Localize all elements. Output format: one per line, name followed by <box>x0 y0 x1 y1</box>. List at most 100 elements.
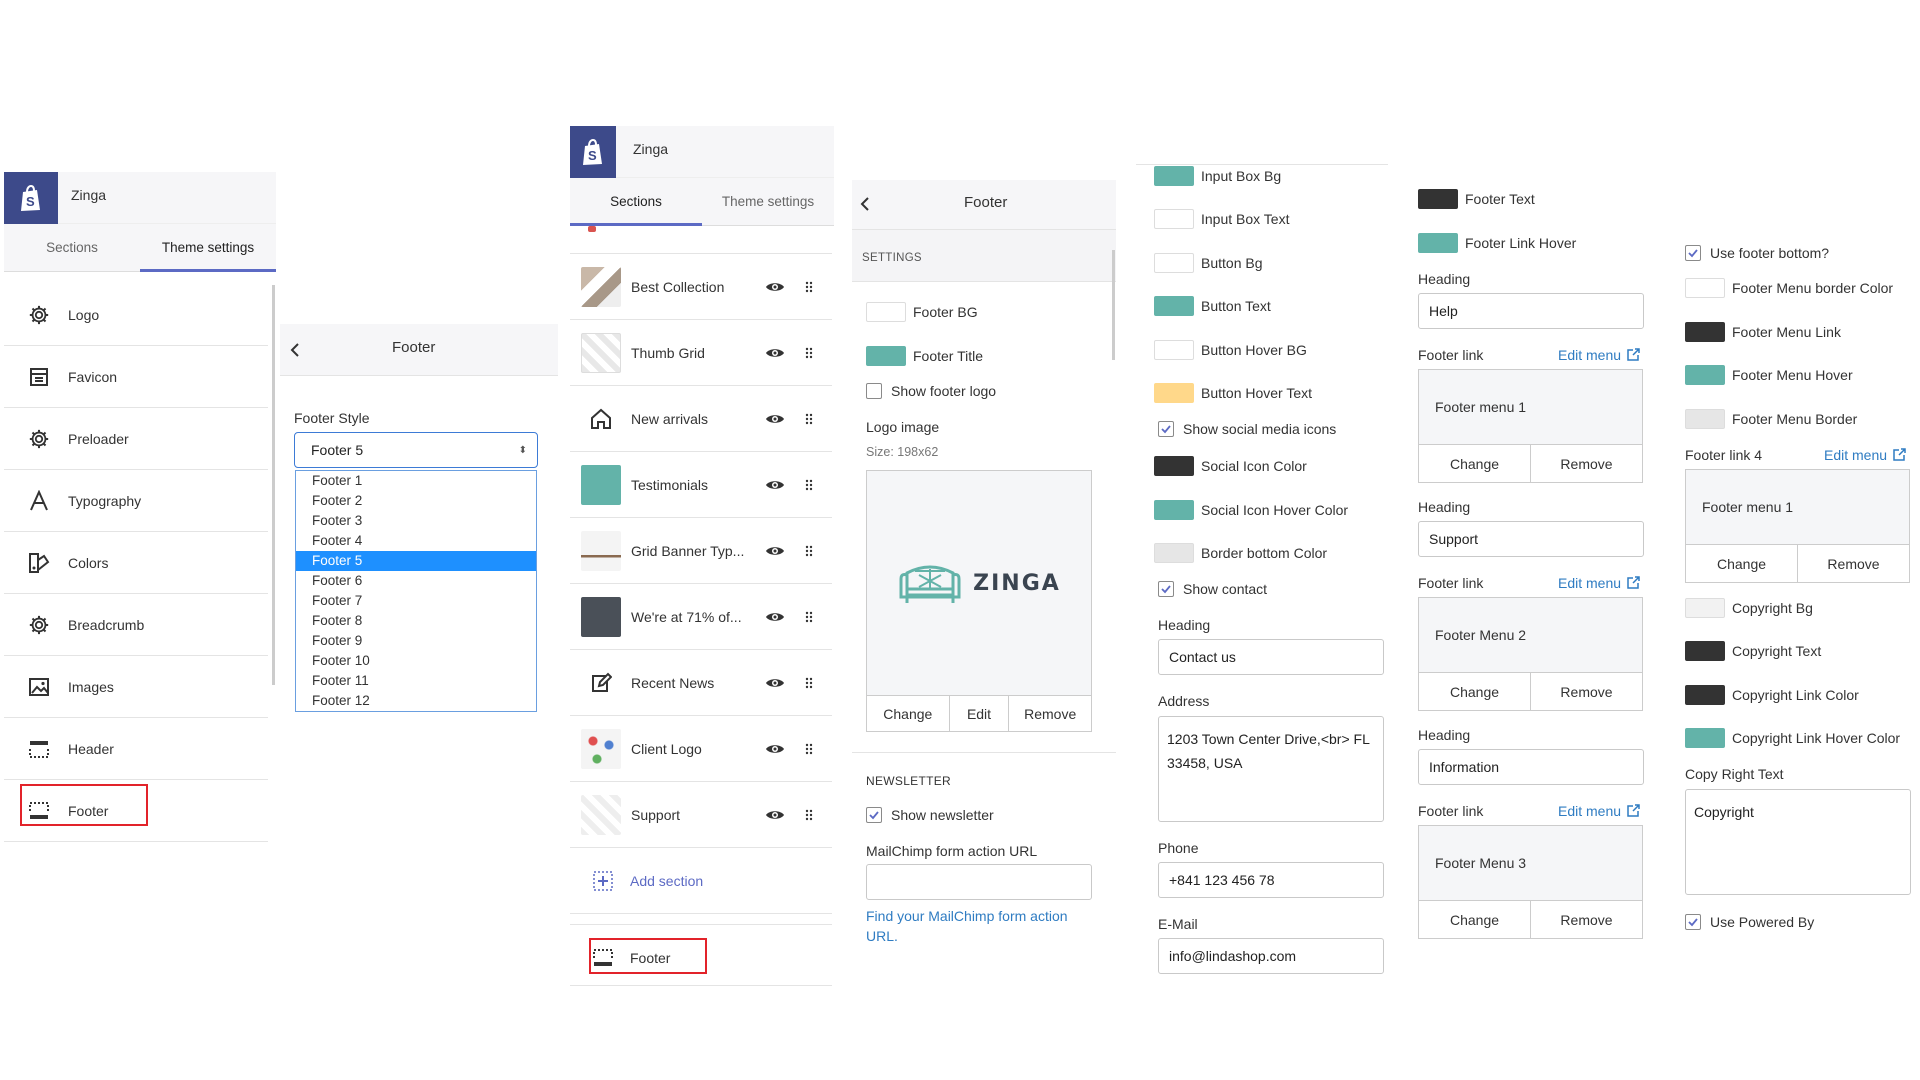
mailchimp-url-input[interactable] <box>866 864 1092 900</box>
footer-style-option[interactable]: Footer 12 <box>296 691 536 711</box>
color-swatch[interactable] <box>1685 365 1725 385</box>
edit-menu-link[interactable]: Edit menu <box>1558 575 1640 591</box>
footer-style-option[interactable]: Footer 11 <box>296 671 536 691</box>
show-newsletter-checkbox[interactable] <box>866 807 882 823</box>
address-textarea[interactable]: 1203 Town Center Drive,<br> FL 33458, US… <box>1158 716 1384 822</box>
eye-icon[interactable] <box>765 742 785 756</box>
add-section-button[interactable]: Add section <box>570 848 832 914</box>
footer-style-select[interactable]: Footer 5 ⬍ <box>294 432 538 468</box>
color-swatch[interactable] <box>1154 166 1194 186</box>
heading-input[interactable]: Help <box>1418 293 1644 329</box>
section-item[interactable]: Best Collection <box>570 254 832 320</box>
color-swatch[interactable] <box>866 346 906 366</box>
color-swatch[interactable] <box>1418 233 1458 253</box>
eye-icon[interactable] <box>765 346 785 360</box>
heading-input[interactable]: Support <box>1418 521 1644 557</box>
edit-button[interactable]: Edit <box>950 696 1010 731</box>
drag-handle-icon[interactable] <box>805 545 813 557</box>
copy-right-textarea[interactable]: Copyright <box>1685 789 1911 895</box>
section-item[interactable]: Client Logo <box>570 716 832 782</box>
theme-setting-header[interactable]: Header <box>4 718 268 780</box>
color-swatch[interactable] <box>866 302 906 322</box>
drag-handle-icon[interactable] <box>805 479 813 491</box>
change-button[interactable]: Change <box>1686 545 1798 582</box>
remove-button[interactable]: Remove <box>1798 545 1909 582</box>
section-item[interactable]: We're at 71% of... <box>570 584 832 650</box>
footer-style-option[interactable]: Footer 7 <box>296 591 536 611</box>
theme-setting-typography[interactable]: Typography <box>4 470 268 532</box>
eye-icon[interactable] <box>765 412 785 426</box>
tab-sections[interactable]: Sections <box>4 224 140 271</box>
color-swatch[interactable] <box>1685 598 1725 618</box>
section-item[interactable]: Recent News <box>570 650 832 716</box>
show-footer-logo-checkbox[interactable] <box>866 383 882 399</box>
footer-style-option[interactable]: Footer 10 <box>296 651 536 671</box>
drag-handle-icon[interactable] <box>805 281 813 293</box>
section-item[interactable]: Testimonials <box>570 452 832 518</box>
color-swatch[interactable] <box>1418 189 1458 209</box>
eye-icon[interactable] <box>765 676 785 690</box>
show-social-checkbox[interactable] <box>1158 421 1174 437</box>
mailchimp-help-link[interactable]: Find your MailChimp form action URL. <box>866 906 1092 946</box>
section-item[interactable]: Thumb Grid <box>570 320 832 386</box>
color-swatch[interactable] <box>1154 253 1194 273</box>
eye-icon[interactable] <box>765 478 785 492</box>
use-powered-by-checkbox[interactable] <box>1685 914 1701 930</box>
email-input[interactable]: info@lindashop.com <box>1158 938 1384 974</box>
footer-style-option[interactable]: Footer 4 <box>296 531 536 551</box>
section-item[interactable]: Support <box>570 782 832 848</box>
footer-style-option[interactable]: Footer 5 <box>296 551 536 571</box>
theme-setting-images[interactable]: Images <box>4 656 268 718</box>
color-swatch[interactable] <box>1154 456 1194 476</box>
remove-button[interactable]: Remove <box>1531 445 1642 482</box>
color-swatch[interactable] <box>1154 543 1194 563</box>
change-button[interactable]: Change <box>1419 901 1531 938</box>
footer-style-option[interactable]: Footer 3 <box>296 511 536 531</box>
color-swatch[interactable] <box>1685 409 1725 429</box>
tab-sections[interactable]: Sections <box>570 178 702 226</box>
change-button[interactable]: Change <box>1419 445 1531 482</box>
color-swatch[interactable] <box>1154 296 1194 316</box>
footer-style-option[interactable]: Footer 2 <box>296 491 536 511</box>
drag-handle-icon[interactable] <box>805 677 813 689</box>
eye-icon[interactable] <box>765 280 785 294</box>
drag-handle-icon[interactable] <box>805 809 813 821</box>
theme-setting-favicon[interactable]: Favicon <box>4 346 268 408</box>
show-contact-checkbox[interactable] <box>1158 581 1174 597</box>
heading-input[interactable]: Contact us <box>1158 639 1384 675</box>
color-swatch[interactable] <box>1154 209 1194 229</box>
color-swatch[interactable] <box>1685 728 1725 748</box>
color-swatch[interactable] <box>1685 641 1725 661</box>
section-item[interactable]: Grid Banner Typ... <box>570 518 832 584</box>
remove-button[interactable]: Remove <box>1531 673 1642 710</box>
color-swatch[interactable] <box>1685 685 1725 705</box>
remove-button[interactable]: Remove <box>1531 901 1642 938</box>
edit-menu-link[interactable]: Edit menu <box>1558 347 1640 363</box>
heading-input[interactable]: Information <box>1418 749 1644 785</box>
phone-input[interactable]: +841 123 456 78 <box>1158 862 1384 898</box>
back-chevron-icon[interactable] <box>859 194 871 214</box>
edit-menu-link[interactable]: Edit menu <box>1824 447 1906 463</box>
edit-menu-link[interactable]: Edit menu <box>1558 803 1640 819</box>
panel4-scrollbar[interactable] <box>1112 250 1115 360</box>
tab-theme-settings[interactable]: Theme settings <box>140 224 276 272</box>
eye-icon[interactable] <box>765 808 785 822</box>
theme-setting-colors[interactable]: Colors <box>4 532 268 594</box>
theme-setting-logo[interactable]: Logo <box>4 284 268 346</box>
color-swatch[interactable] <box>1685 278 1725 298</box>
theme-setting-breadcrumb[interactable]: Breadcrumb <box>4 594 268 656</box>
drag-handle-icon[interactable] <box>805 347 813 359</box>
footer-style-option[interactable]: Footer 1 <box>296 471 536 491</box>
back-chevron-icon[interactable] <box>289 340 301 360</box>
remove-button[interactable]: Remove <box>1009 696 1091 731</box>
use-footer-bottom-checkbox[interactable] <box>1685 245 1701 261</box>
theme-setting-preloader[interactable]: Preloader <box>4 408 268 470</box>
footer-style-option[interactable]: Footer 9 <box>296 631 536 651</box>
footer-style-option[interactable]: Footer 8 <box>296 611 536 631</box>
color-swatch[interactable] <box>1154 340 1194 360</box>
drag-handle-icon[interactable] <box>805 611 813 623</box>
panel1-scrollbar[interactable] <box>272 285 275 685</box>
color-swatch[interactable] <box>1154 383 1194 403</box>
tab-theme-settings[interactable]: Theme settings <box>702 178 834 225</box>
eye-icon[interactable] <box>765 544 785 558</box>
